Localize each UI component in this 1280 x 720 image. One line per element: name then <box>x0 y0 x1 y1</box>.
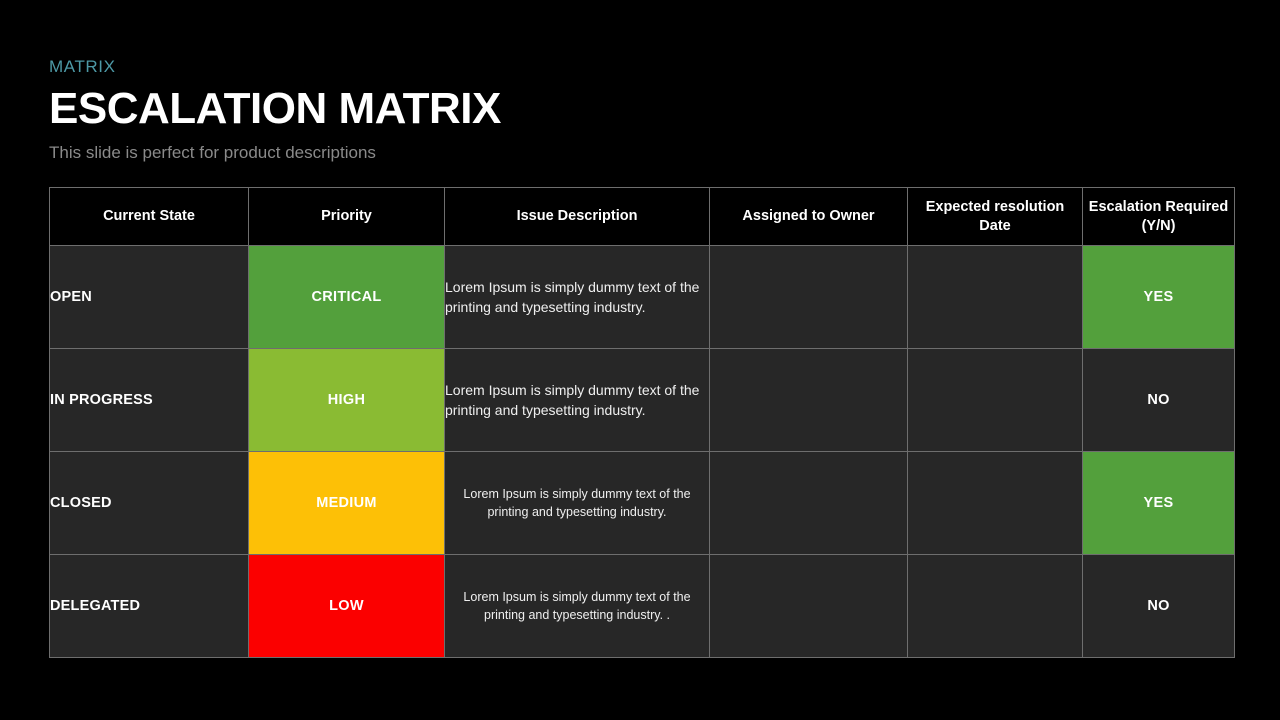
cell-assigned-to-owner[interactable] <box>709 554 908 658</box>
issue-description-text: Lorem Ipsum is simply dummy text of the … <box>463 590 691 622</box>
cell-expected-resolution-date[interactable] <box>907 554 1083 658</box>
cell-current-state: DELEGATED <box>49 554 249 658</box>
cell-expected-resolution-date[interactable] <box>907 245 1083 349</box>
column-header-priority: Priority <box>248 187 445 246</box>
cell-priority: MEDIUM <box>248 451 445 555</box>
cell-priority: LOW <box>248 554 445 658</box>
column-header-expected-resolution-date: Expected resolution Date <box>907 187 1083 246</box>
column-header-escalation-required: Escalation Required (Y/N) <box>1082 187 1235 246</box>
slide-header: MATRIX ESCALATION MATRIX This slide is p… <box>49 56 949 164</box>
escalation-matrix-table: Current State Priority Issue Description… <box>49 187 1235 658</box>
cell-current-state: IN PROGRESS <box>49 348 249 452</box>
cell-current-state: OPEN <box>49 245 249 349</box>
cell-issue-description: Lorem Ipsum is simply dummy text of the … <box>444 554 710 658</box>
cell-current-state: CLOSED <box>49 451 249 555</box>
cell-escalation-required: YES <box>1082 245 1235 349</box>
cell-priority: HIGH <box>248 348 445 452</box>
column-header-assigned-to-owner: Assigned to Owner <box>709 187 908 246</box>
table-header-row: Current State Priority Issue Description… <box>49 187 1235 246</box>
cell-assigned-to-owner[interactable] <box>709 348 908 452</box>
table-row: DELEGATED LOW Lorem Ipsum is simply dummy … <box>49 554 1235 658</box>
cell-escalation-required: YES <box>1082 451 1235 555</box>
issue-description-text: Lorem Ipsum is simply dummy text of the … <box>445 279 700 315</box>
table-row: CLOSED MEDIUM Lorem Ipsum is simply dummy … <box>49 451 1235 555</box>
cell-assigned-to-owner[interactable] <box>709 451 908 555</box>
table-row: OPEN CRITICAL Lorem Ipsum is simply dummy … <box>49 245 1235 349</box>
slide-subtitle: This slide is perfect for product descri… <box>49 143 376 162</box>
cell-issue-description: Lorem Ipsum is simply dummy text of the … <box>444 451 710 555</box>
eyebrow-label: MATRIX <box>49 57 116 76</box>
page-title: ESCALATION MATRIX <box>49 84 501 133</box>
cell-expected-resolution-date[interactable] <box>907 348 1083 452</box>
issue-description-text: Lorem Ipsum is simply dummy text of the … <box>445 382 700 418</box>
cell-issue-description: Lorem Ipsum is simply dummy text of the … <box>444 348 710 452</box>
table-body: OPEN CRITICAL Lorem Ipsum is simply dummy … <box>49 245 1235 658</box>
column-header-issue-description: Issue Description <box>444 187 710 246</box>
issue-description-text: Lorem Ipsum is simply dummy text of the … <box>463 487 691 519</box>
table-row: IN PROGRESS HIGH Lorem Ipsum is simply dum… <box>49 348 1235 452</box>
cell-escalation-required: NO <box>1082 348 1235 452</box>
table-header: Current State Priority Issue Description… <box>49 187 1235 246</box>
column-header-current-state: Current State <box>49 187 249 246</box>
cell-priority: CRITICAL <box>248 245 445 349</box>
cell-assigned-to-owner[interactable] <box>709 245 908 349</box>
cell-escalation-required: NO <box>1082 554 1235 658</box>
cell-issue-description: Lorem Ipsum is simply dummy text of the … <box>444 245 710 349</box>
cell-expected-resolution-date[interactable] <box>907 451 1083 555</box>
